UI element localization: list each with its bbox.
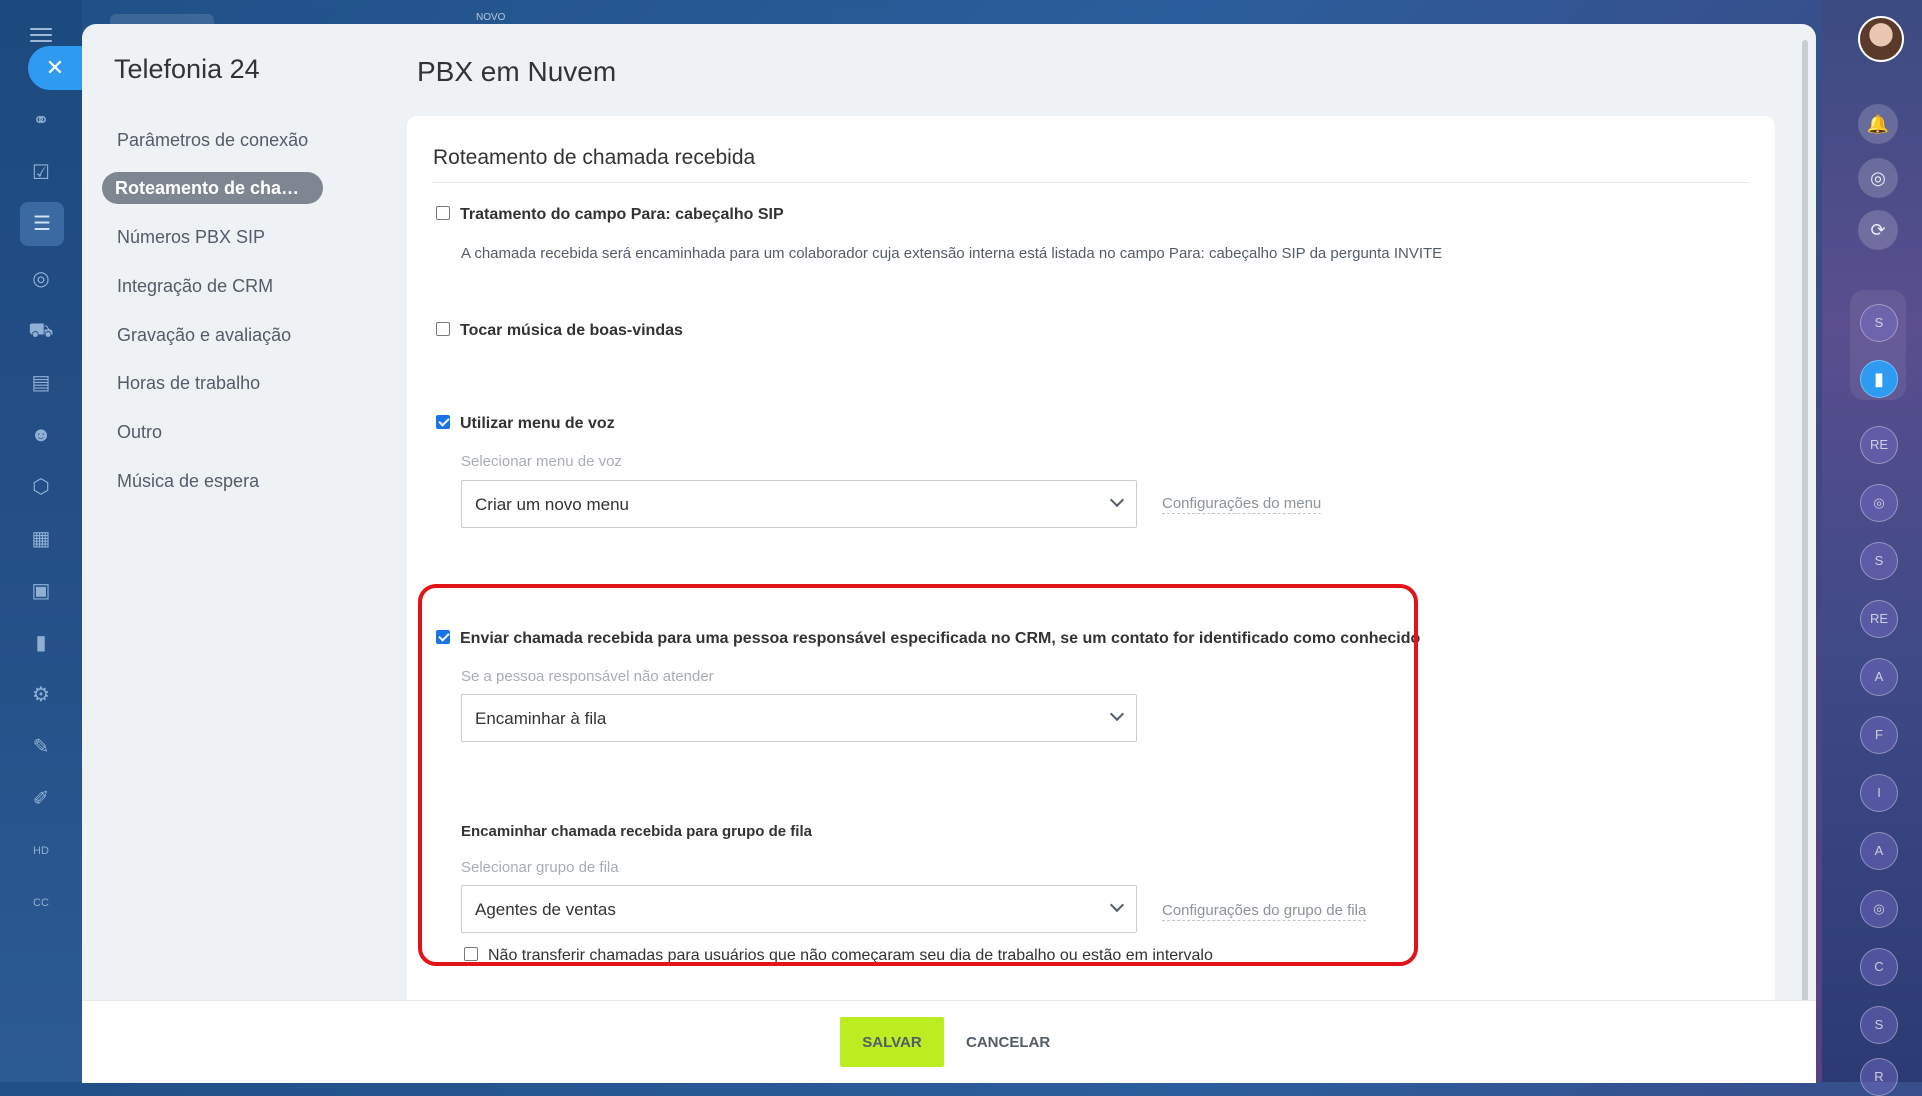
welcome-music-option[interactable]: Tocar música de boas-vindas xyxy=(436,321,683,340)
right-bar: 🔔 ◎ ⟳ S ▮ RE ◎ S RE A F I A ◎ C S R xyxy=(1822,0,1922,1096)
chat-avatar[interactable]: S xyxy=(1860,304,1898,342)
new-label: NOVO xyxy=(476,12,506,23)
nav-item-recording[interactable]: Gravação e avaliação xyxy=(117,325,291,346)
avatar[interactable] xyxy=(1858,16,1904,62)
filter-icon[interactable]: ☰ xyxy=(20,202,64,246)
nav-item-sip-numbers[interactable]: Números PBX SIP xyxy=(117,227,265,248)
bookmark-icon[interactable]: ▮ xyxy=(1860,360,1898,398)
chevron-down-icon xyxy=(1109,492,1125,508)
queue-selected: Agentes de ventas xyxy=(475,900,616,919)
sync-icon[interactable]: ⟳ xyxy=(1858,210,1898,250)
left-app-bar: ✕ ⚭ ☑ ☰ ◎ ⛟ ▤ ☻ ⬡ ▦ ▣ ▮ ⚙ ✎ ✐ HD CC xyxy=(0,0,82,1082)
crm-responsible-checkbox[interactable] xyxy=(436,629,450,644)
target-icon[interactable]: ◎ xyxy=(1858,158,1898,198)
sip-header-label: Tratamento do campo Para: cabeçalho SIP xyxy=(460,206,784,223)
nav-item-hold-music[interactable]: Música de espera xyxy=(117,471,259,492)
section-title: Roteamento de chamada recebida xyxy=(433,146,756,169)
no-transfer-option[interactable]: Não transferir chamadas para usuários qu… xyxy=(464,946,1213,965)
no-answer-select[interactable]: Encaminhar à fila xyxy=(461,694,1137,742)
page-title: PBX em Nuvem xyxy=(417,56,617,87)
no-answer-selected: Encaminhar à fila xyxy=(475,709,607,728)
voice-menu-label: Utilizar menu de voz xyxy=(460,415,615,432)
chat-avatar-icon[interactable]: ◎ xyxy=(1860,484,1898,522)
sitemap-icon[interactable]: ⚭ xyxy=(26,106,56,136)
bell-icon[interactable]: 🔔 xyxy=(1858,104,1898,144)
chat-avatar[interactable]: RE xyxy=(1860,426,1898,464)
voice-menu-checkbox[interactable] xyxy=(436,414,450,429)
settings-card: Roteamento de chamada recebida Tratament… xyxy=(407,116,1775,1046)
menu-icon[interactable] xyxy=(30,28,52,42)
scrollbar[interactable] xyxy=(1802,40,1808,1030)
sip-header-hint: A chamada recebida será encaminhada para… xyxy=(461,245,1443,262)
settings-icon[interactable]: ⚙ xyxy=(26,680,56,710)
pen-icon[interactable]: ✐ xyxy=(26,784,56,814)
queue-group-label: Encaminhar chamada recebida para grupo d… xyxy=(461,823,812,840)
no-transfer-checkbox[interactable] xyxy=(464,946,478,961)
nav-item-other[interactable]: Outro xyxy=(117,422,162,443)
nav-item-crm[interactable]: Integração de CRM xyxy=(117,276,273,297)
chat-avatar[interactable]: C xyxy=(1860,948,1898,986)
chat-avatar-icon[interactable]: ◎ xyxy=(1860,890,1898,928)
queue-select[interactable]: Agentes de ventas xyxy=(461,885,1137,933)
chevron-down-icon xyxy=(1109,706,1125,722)
nav-item-connection[interactable]: Parâmetros de conexão xyxy=(117,130,308,151)
cc-icon[interactable]: CC xyxy=(26,888,56,918)
chat-avatar[interactable]: S xyxy=(1860,1006,1898,1044)
chat-avatar[interactable]: F xyxy=(1860,716,1898,754)
chart-icon[interactable]: ▮ xyxy=(26,628,56,658)
nav-item-incoming-routing[interactable]: Roteamento de chamada recebida xyxy=(102,172,323,204)
menu-settings-link[interactable]: Configurações do menu xyxy=(1162,495,1322,514)
divider xyxy=(433,182,1749,183)
sip-header-checkbox[interactable] xyxy=(436,205,450,220)
task-icon[interactable]: ☑ xyxy=(26,158,56,188)
robot-icon[interactable]: ☻ xyxy=(26,420,56,450)
no-transfer-label: Não transferir chamadas para usuários qu… xyxy=(488,947,1213,964)
box-icon[interactable]: ⬡ xyxy=(26,472,56,502)
footer-bar: SALVAR CANCELAR xyxy=(82,1000,1816,1083)
document-icon[interactable]: ✎ xyxy=(26,732,56,762)
chat-avatar[interactable]: I xyxy=(1860,774,1898,812)
chat-avatar[interactable]: A xyxy=(1860,658,1898,696)
target-icon[interactable]: ◎ xyxy=(26,264,56,294)
voice-menu-selected: Criar um novo menu xyxy=(475,495,630,514)
chevron-down-icon xyxy=(1109,897,1125,913)
close-icon: ✕ xyxy=(45,55,65,80)
chat-avatar[interactable]: A xyxy=(1860,832,1898,870)
queue-settings-link[interactable]: Configurações do grupo de fila xyxy=(1162,902,1367,921)
no-answer-select-label: Se a pessoa responsável não atender xyxy=(461,668,714,685)
voice-menu-select[interactable]: Criar um novo menu xyxy=(461,480,1137,528)
chat-avatar[interactable]: S xyxy=(1860,542,1898,580)
welcome-music-checkbox[interactable] xyxy=(436,321,450,336)
queue-select-label: Selecionar grupo de fila xyxy=(461,859,619,876)
sip-header-option[interactable]: Tratamento do campo Para: cabeçalho SIP xyxy=(436,205,784,224)
crm-responsible-option[interactable]: Enviar chamada recebida para uma pessoa … xyxy=(436,629,1421,648)
building-icon[interactable]: ▦ xyxy=(26,524,56,554)
contact-card-icon[interactable]: ▤ xyxy=(26,368,56,398)
voice-menu-option[interactable]: Utilizar menu de voz xyxy=(436,414,615,433)
crm-responsible-label: Enviar chamada recebida para uma pessoa … xyxy=(460,630,1421,647)
voice-menu-select-label: Selecionar menu de voz xyxy=(461,453,622,470)
settings-panel: Telefonia 24 Parâmetros de conexão Rotea… xyxy=(82,24,1816,1082)
chat-avatar[interactable]: R xyxy=(1860,1058,1898,1096)
calendar-icon[interactable]: ▣ xyxy=(26,576,56,606)
welcome-music-label: Tocar música de boas-vindas xyxy=(460,322,683,339)
cart-icon[interactable]: ⛟ xyxy=(26,316,56,346)
chat-avatar[interactable]: RE xyxy=(1860,600,1898,638)
hd-icon[interactable]: HD xyxy=(26,836,56,866)
nav-title: Telefonia 24 xyxy=(114,54,260,84)
nav-item-work-hours[interactable]: Horas de trabalho xyxy=(117,373,260,394)
cancel-button[interactable]: CANCELAR xyxy=(952,1017,1064,1067)
save-button[interactable]: SALVAR xyxy=(840,1017,944,1067)
close-button[interactable]: ✕ xyxy=(28,46,82,90)
